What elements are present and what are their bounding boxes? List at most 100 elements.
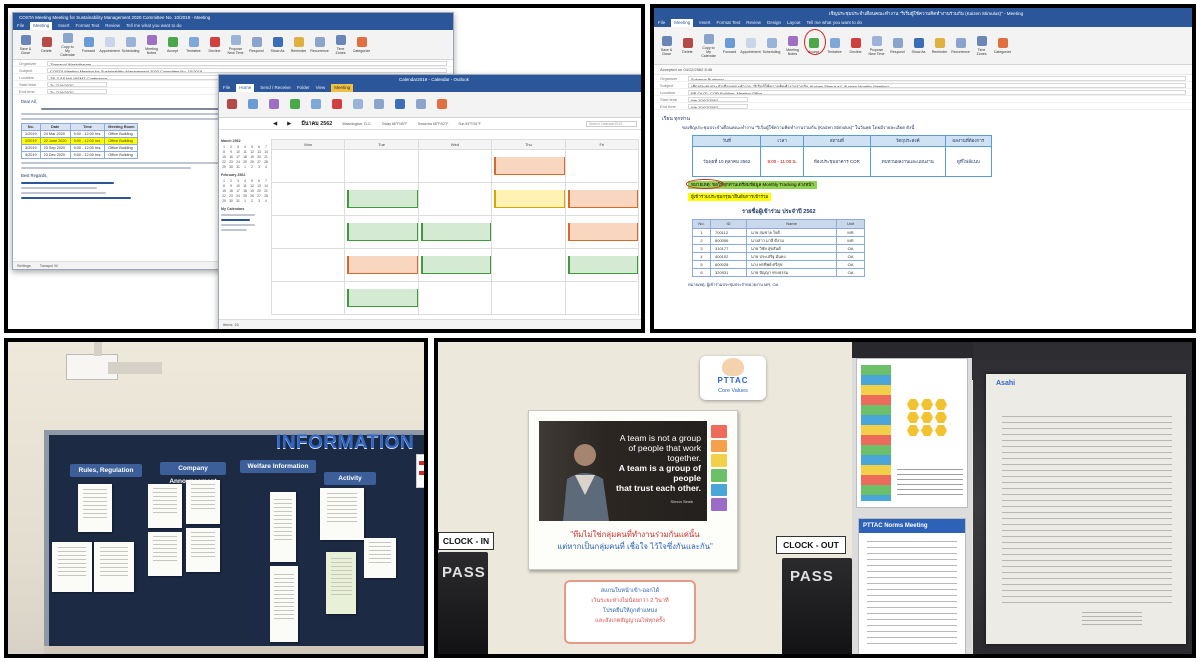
start-date-field[interactable]: We 10/07/2562 bbox=[688, 96, 748, 102]
tab-home[interactable]: Home bbox=[236, 84, 255, 92]
tab-meeting[interactable]: Meeting bbox=[331, 84, 354, 92]
cal-forward-button[interactable] bbox=[244, 98, 261, 111]
mini-calendar-day[interactable]: 10 bbox=[235, 184, 241, 188]
tab-insert[interactable]: Insert bbox=[699, 19, 710, 27]
mini-calendar-day[interactable]: 30 bbox=[228, 165, 234, 169]
mini-calendar-day[interactable]: 17 bbox=[235, 189, 241, 193]
calendar-day-cell[interactable] bbox=[565, 216, 639, 249]
mini-calendar-day[interactable]: 8 bbox=[221, 184, 227, 188]
decline-button[interactable]: Decline bbox=[206, 36, 223, 53]
tab-insert[interactable]: Insert bbox=[58, 22, 69, 30]
mini-calendar-day[interactable]: 3 bbox=[235, 179, 241, 183]
respond-button[interactable]: Respond bbox=[248, 36, 265, 53]
calendar-day-cell[interactable] bbox=[418, 150, 493, 183]
mini-calendar-day[interactable]: 31 bbox=[235, 199, 241, 203]
mini-calendar-day[interactable]: 21 bbox=[263, 155, 269, 159]
mini-calendar-day[interactable]: 2 bbox=[249, 199, 255, 203]
tab-send-receive[interactable]: Send / Receive bbox=[260, 84, 291, 92]
calendar-day-cell[interactable] bbox=[345, 216, 419, 249]
tab-folder[interactable]: Folder bbox=[297, 84, 310, 92]
mini-calendar-day[interactable]: 2 bbox=[228, 179, 234, 183]
tell-me-box[interactable]: Tell me what you want to do bbox=[807, 19, 863, 27]
calendar-day-cell[interactable] bbox=[492, 216, 566, 249]
cal-recurrence-button[interactable] bbox=[412, 98, 429, 111]
mini-calendar-day[interactable]: 16 bbox=[228, 155, 234, 159]
mini-calendar-day[interactable]: 6 bbox=[256, 179, 262, 183]
mini-calendar-day[interactable]: 15 bbox=[221, 155, 227, 159]
mini-calendar-day[interactable]: 7 bbox=[263, 145, 269, 149]
propose-time-button[interactable]: Propose New Time bbox=[868, 35, 885, 56]
mini-calendar-day[interactable]: 14 bbox=[263, 184, 269, 188]
mini-calendar-day[interactable]: 4 bbox=[242, 145, 248, 149]
mini-calendar-day[interactable]: 6 bbox=[256, 145, 262, 149]
calendar-day-cell[interactable] bbox=[565, 183, 639, 216]
subject-field[interactable]: COSTA Meeting Meeting for Sustainability… bbox=[47, 67, 447, 73]
tab-review[interactable]: Review bbox=[105, 22, 120, 30]
mini-calendar-day[interactable]: 5 bbox=[249, 145, 255, 149]
tab-design[interactable]: Design bbox=[767, 19, 781, 27]
mini-calendar-day[interactable]: 28 bbox=[263, 194, 269, 198]
mini-calendar-day[interactable]: 14 bbox=[263, 150, 269, 154]
calendar-day-cell[interactable] bbox=[272, 249, 346, 282]
save-close-button[interactable]: Save & Close bbox=[17, 34, 34, 55]
calendar-event[interactable] bbox=[567, 256, 638, 274]
mini-calendar-day[interactable]: 5 bbox=[249, 179, 255, 183]
calendar-event[interactable] bbox=[494, 190, 565, 208]
mini-calendar-day[interactable]: 3 bbox=[256, 199, 262, 203]
tentative-button[interactable]: Tentative bbox=[826, 37, 843, 54]
cal-decline-button[interactable] bbox=[328, 98, 345, 111]
mini-calendar-day[interactable]: 19 bbox=[249, 155, 255, 159]
delete-button[interactable]: Delete bbox=[679, 37, 696, 54]
show-as-dropdown[interactable]: Show As bbox=[269, 36, 286, 53]
cal-tentative-button[interactable] bbox=[307, 98, 324, 111]
mini-calendar-day[interactable]: 16 bbox=[228, 189, 234, 193]
mini-calendar-day[interactable]: 18 bbox=[242, 189, 248, 193]
calendar-day-cell[interactable] bbox=[492, 249, 566, 282]
accept-button[interactable]: Accept bbox=[164, 36, 181, 53]
scheduling-button[interactable]: Scheduling bbox=[122, 36, 139, 53]
mini-calendar-day[interactable]: 23 bbox=[228, 194, 234, 198]
categorize-button[interactable]: Categorize bbox=[353, 36, 370, 53]
cal-accept-button[interactable] bbox=[286, 98, 303, 111]
calendar-day-cell[interactable] bbox=[565, 150, 639, 183]
subject-field[interactable]: เชิญประชุมประจำเดือนคณะทำงาน "ริเริ่มผู้… bbox=[688, 82, 1186, 88]
mini-calendar-day[interactable]: 17 bbox=[235, 155, 241, 159]
mini-calendar-day[interactable]: 11 bbox=[242, 150, 248, 154]
tab-file[interactable]: File bbox=[223, 84, 230, 92]
mini-calendar-day[interactable]: 1 bbox=[242, 199, 248, 203]
mini-calendar-day[interactable]: 31 bbox=[235, 165, 241, 169]
mini-calendar-day[interactable]: 26 bbox=[249, 194, 255, 198]
mini-calendar-day[interactable]: 28 bbox=[263, 160, 269, 164]
mini-calendar-day[interactable]: 25 bbox=[242, 194, 248, 198]
mini-calendar-day[interactable]: 13 bbox=[256, 184, 262, 188]
calendar-day-cell[interactable] bbox=[345, 183, 419, 216]
mini-calendar-day[interactable]: 13 bbox=[256, 150, 262, 154]
calendar-day-cell[interactable] bbox=[272, 183, 346, 216]
calendar-day-cell[interactable] bbox=[272, 150, 346, 183]
tab-meeting[interactable]: Meeting bbox=[671, 19, 694, 27]
tentative-button[interactable]: Tentative bbox=[185, 36, 202, 53]
mini-calendar-day[interactable]: 4 bbox=[242, 179, 248, 183]
message-body[interactable]: เรียน ทุกท่าน ขอเชิญประชุมประจำเดือนคณะท… bbox=[654, 110, 1192, 292]
appointment-button[interactable]: Appointment bbox=[740, 37, 761, 54]
mini-calendar-day[interactable]: 2 bbox=[228, 145, 234, 149]
calendar-day-cell[interactable] bbox=[565, 282, 639, 315]
start-date-field[interactable]: Tu 7/16/2020 bbox=[47, 81, 107, 87]
tab-view[interactable]: View bbox=[316, 84, 326, 92]
mini-calendar[interactable]: 1 2 3 4 5 6 7 8 9 10 11 12 13 14 15 16 17 18 19 20 21 22 23 24 2… bbox=[221, 179, 269, 203]
mini-calendar-day[interactable]: 21 bbox=[263, 189, 269, 193]
mini-calendar-day[interactable]: 29 bbox=[221, 199, 227, 203]
mini-calendar-day[interactable]: 10 bbox=[235, 150, 241, 154]
mini-calendar-day[interactable]: 2 bbox=[249, 165, 255, 169]
decline-button[interactable]: Decline bbox=[847, 37, 864, 54]
calendar-day-cell[interactable] bbox=[345, 249, 419, 282]
end-date-field[interactable]: Tu 7/16/2020 bbox=[47, 88, 107, 94]
tab-file[interactable]: File bbox=[658, 19, 665, 27]
time-zones-button[interactable]: Time Zones bbox=[973, 35, 990, 56]
tell-me-box[interactable]: Tell me what you want to do bbox=[126, 22, 182, 30]
mini-calendar-day[interactable]: 24 bbox=[235, 194, 241, 198]
tab-review[interactable]: Review bbox=[746, 19, 761, 27]
mini-calendar-day[interactable]: 12 bbox=[249, 184, 255, 188]
tab-meeting[interactable]: Meeting bbox=[30, 22, 53, 30]
calendar-day-cell[interactable] bbox=[345, 282, 419, 315]
